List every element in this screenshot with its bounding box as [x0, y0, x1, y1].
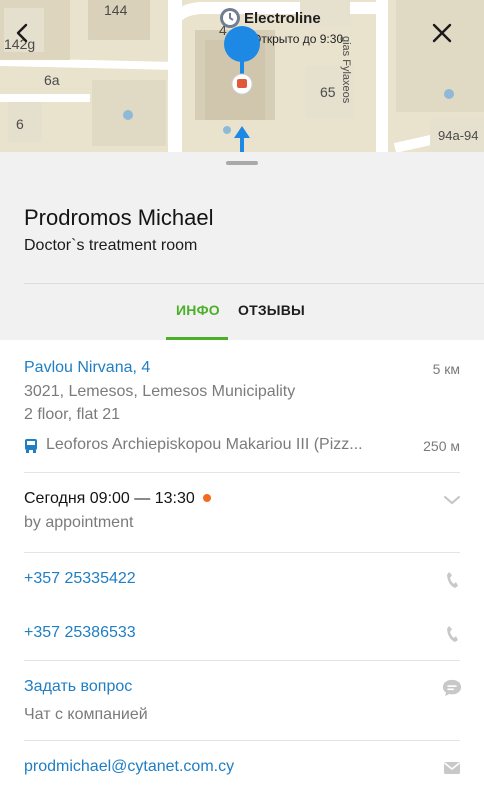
map-label-6: 6: [16, 116, 24, 132]
map-view[interactable]: 144 142g 6a 6 4 65 94a-94 gias Fylaxeos …: [0, 0, 484, 152]
hours-expand-button[interactable]: [442, 490, 462, 510]
info-panel: Pavlou Nirvana, 4 5 км 3021, Lemesos, Le…: [0, 340, 484, 800]
tab-info[interactable]: ИНФО: [176, 302, 220, 318]
hours-today[interactable]: Сегодня 09:00 — 13:30: [24, 490, 211, 508]
divider: [24, 552, 460, 553]
phone-icon: [447, 626, 458, 642]
email-link[interactable]: prodmichael@cytanet.com.cy: [24, 758, 234, 776]
direction-arrow-icon: [234, 126, 250, 152]
bus-icon: [25, 439, 37, 453]
address-distance: 5 км: [432, 361, 460, 377]
chat-subtitle: Чат с компанией: [24, 706, 148, 723]
email-button[interactable]: [442, 758, 462, 778]
divider: [24, 472, 460, 473]
map-label-65: 65: [320, 84, 336, 100]
map-label-94: 94a-94: [438, 128, 479, 143]
phone-1-link[interactable]: +357 25335422: [24, 570, 136, 588]
transit-distance: 250 м: [423, 438, 460, 454]
place-category: Doctor`s treatment room: [24, 237, 198, 254]
phone-icon: [447, 572, 458, 588]
place-card-header: Prodromos Michael Doctor`s treatment roo…: [0, 152, 484, 340]
call-button-2[interactable]: [442, 624, 462, 644]
divider: [24, 660, 460, 661]
map-street-label: gias Fylaxeos: [340, 36, 352, 104]
address-city: 3021, Lemesos, Lemesos Municipality: [24, 383, 296, 400]
close-icon: [432, 23, 452, 43]
chat-bubble-icon: [442, 679, 462, 697]
close-button[interactable]: [431, 22, 471, 62]
tab-reviews[interactable]: ОТЗЫВЫ: [238, 302, 305, 318]
location-pin-icon[interactable]: [222, 24, 262, 96]
status-dot: [202, 493, 211, 502]
phone-2-link[interactable]: +357 25386533: [24, 624, 136, 642]
divider: [24, 740, 460, 741]
address-floor: 2 floor, flat 21: [24, 406, 121, 423]
poi-status: Открыто до 9:30: [252, 32, 344, 46]
address-link[interactable]: Pavlou Nirvana, 4: [24, 359, 150, 377]
call-button-1[interactable]: [442, 570, 462, 590]
chat-button[interactable]: [442, 678, 462, 698]
map-label-6a: 6a: [44, 72, 60, 88]
back-button[interactable]: [11, 22, 51, 62]
chevron-left-icon: [16, 23, 28, 43]
ask-question-link[interactable]: Задать вопрос: [24, 678, 132, 696]
divider: [24, 283, 484, 284]
chevron-down-icon: [444, 496, 460, 505]
hours-today-text: Сегодня 09:00 — 13:30: [24, 490, 195, 507]
envelope-icon: [444, 762, 460, 774]
hours-note: by appointment: [24, 514, 134, 531]
map-label-144: 144: [104, 2, 128, 18]
place-title: Prodromos Michael: [24, 205, 214, 230]
transit-stop[interactable]: Leoforos Archiepiskopou Makariou III (Pi…: [46, 436, 363, 454]
drag-handle[interactable]: [226, 161, 258, 165]
